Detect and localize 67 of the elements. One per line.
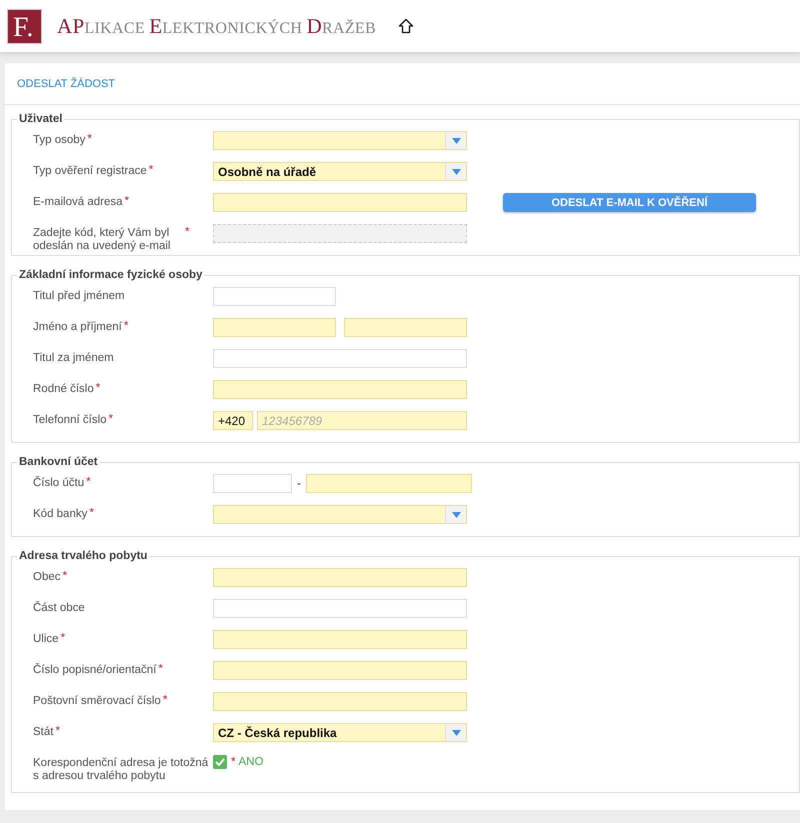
section-title: Bankovní účet [18,456,99,468]
checkbox[interactable] [213,755,227,769]
required-mark: * [124,319,128,332]
input-field[interactable] [213,692,467,711]
section-title: Základní informace fyzické osoby [18,269,204,281]
field-label: E-mailová adresa [33,195,122,209]
input-field[interactable] [213,349,467,368]
field-label: Typ osoby [33,133,86,147]
card-title: ODESLAT ŽÁDOST [17,78,116,90]
required-mark: * [148,163,154,176]
field-label: Stát [33,725,54,739]
dropdown[interactable]: CZ - Česká republika [213,723,467,742]
field-label: Titul před jménem [33,289,125,303]
dropdown[interactable] [213,505,467,524]
required-mark: * [60,631,66,644]
field-label: Část obce [33,600,85,615]
input-field[interactable]: 123456789 [257,411,467,430]
field-label: Poštovní směrovací číslo [33,694,161,708]
input-field[interactable] [213,630,467,649]
separator: - [297,478,301,490]
prefix-field[interactable]: +420 [213,411,253,430]
input-field[interactable] [344,318,467,337]
dropdown[interactable]: Osobně na úřadě [213,162,467,181]
required-mark: * [231,756,236,768]
required-mark: * [55,724,60,737]
required-mark: * [162,693,168,706]
required-mark: * [87,132,92,145]
field-label: Kód banky [33,507,88,521]
app-title: APLIKACE ELEKTRONICKÝCH DRAŽEB [57,14,376,38]
input-field[interactable] [213,661,467,680]
required-mark: * [108,412,113,425]
field-label: Typ ověření registrace [33,164,147,178]
section-title: Uživatel [18,113,64,125]
required-mark: * [62,569,67,582]
required-mark: * [158,662,163,675]
field-label: Telefonní číslo [33,413,107,427]
required-mark: * [185,225,190,238]
input-field[interactable] [213,380,467,399]
field-label: Rodné číslo [33,382,94,396]
field-label: Zadejte kód, který Vám byl odeslán na uvedený e-mail [33,226,172,253]
input-field[interactable] [213,568,467,587]
field-label: Ulice [33,632,59,646]
app-logo: F. [7,8,42,44]
required-mark: * [89,506,94,519]
input-field[interactable] [213,193,467,212]
caret-icon [452,512,460,518]
field-label: Korespondenční adresa je totožná s adresou trvalého pobytu [33,756,210,783]
input-field[interactable] [213,287,336,306]
field-label: Číslo popisné/orientační [33,662,156,677]
input-field[interactable] [213,318,336,337]
field-label: Obec [33,570,60,584]
caret-icon [452,730,460,736]
caret-icon [452,168,460,174]
field-label: Číslo účtu [33,475,84,490]
required-mark: * [86,475,91,488]
field-label: Jméno a příjmení [33,320,122,334]
input-field[interactable] [213,474,292,493]
field-label: Titul za jménem [33,351,114,365]
input-field[interactable] [306,474,472,493]
input-field[interactable] [213,599,467,618]
required-mark: * [124,194,129,207]
caret-icon [452,138,460,144]
section-title: Adresa trvalého pobytu [18,550,148,562]
required-mark: * [96,381,100,394]
home-icon[interactable] [398,18,414,34]
checkbox-label: ANO [238,756,264,768]
dropdown[interactable] [213,131,467,150]
